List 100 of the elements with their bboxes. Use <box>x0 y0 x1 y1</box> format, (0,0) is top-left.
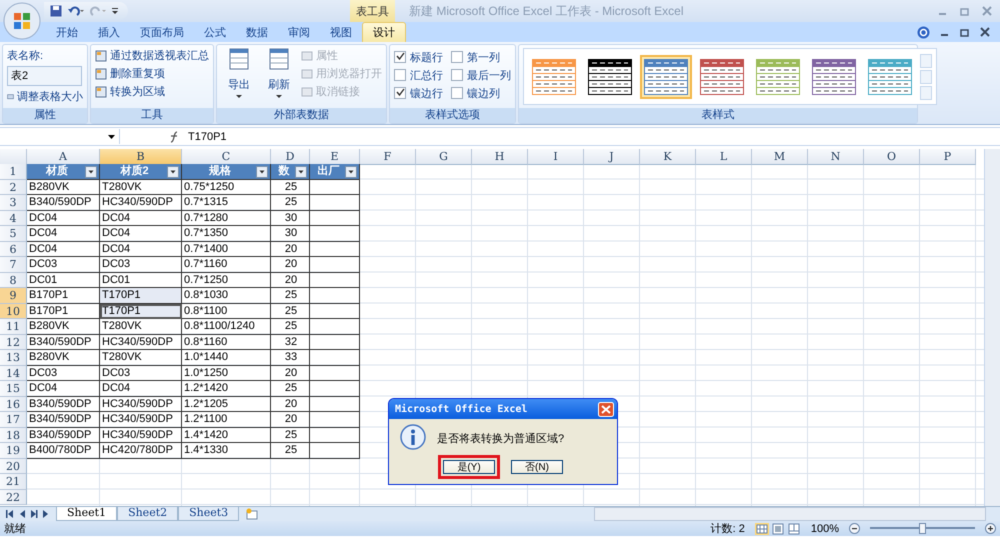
table-cell <box>310 334 360 350</box>
column-header[interactable]: O <box>864 149 920 165</box>
column-header[interactable]: A <box>27 149 100 165</box>
row-header[interactable]: 10 <box>0 304 27 319</box>
table-name-field[interactable]: 表2 <box>7 66 82 86</box>
ribbon-tab[interactable]: 视图 <box>320 22 362 42</box>
restore-icon[interactable] <box>960 27 970 37</box>
filter-dropdown-button[interactable] <box>85 166 97 178</box>
row-header[interactable]: 16 <box>0 396 27 412</box>
sheet-tab[interactable]: Sheet1 <box>56 507 118 521</box>
save-icon[interactable] <box>50 5 62 17</box>
table-cell: B340/590DP <box>27 428 100 443</box>
row-header[interactable]: 22 <box>0 490 27 505</box>
table-cell: 0.7*1315 <box>182 195 271 210</box>
ribbon-tab[interactable]: 数据 <box>236 22 278 42</box>
table-style-swatch[interactable] <box>640 54 692 98</box>
page-break-view-icon[interactable] <box>786 522 801 534</box>
filter-dropdown-button[interactable] <box>256 166 268 178</box>
formula-text[interactable]: T170P1 <box>188 130 227 142</box>
tool-button[interactable]: 删除重复项 <box>95 66 209 81</box>
tool-icon <box>95 68 107 80</box>
column-header[interactable]: I <box>528 149 584 165</box>
row-header[interactable]: 2 <box>0 180 27 195</box>
tool-button[interactable]: 转换为区域 <box>95 84 209 99</box>
column-header[interactable]: C <box>182 149 271 165</box>
row-header[interactable]: 6 <box>0 242 27 257</box>
zoom-out-icon[interactable] <box>849 523 860 534</box>
table-cell: 1.4*1330 <box>182 443 271 458</box>
column-header[interactable]: B <box>100 149 182 165</box>
row-header[interactable]: 3 <box>0 195 27 210</box>
option-checkbox[interactable]: 镶边列 <box>451 84 511 102</box>
sheet-nav-icon[interactable] <box>42 510 50 518</box>
resize-table-button[interactable]: 调整表格大小 <box>7 89 83 104</box>
row-header[interactable]: 1 <box>0 164 27 180</box>
vertical-scrollbar[interactable] <box>984 149 1000 506</box>
row-header[interactable]: 15 <box>0 381 27 396</box>
row-header[interactable]: 5 <box>0 226 27 242</box>
sheet-nav-icon[interactable] <box>6 510 14 518</box>
ribbon-large-button[interactable]: 刷新 <box>261 48 297 105</box>
row-header[interactable]: 8 <box>0 272 27 288</box>
column-header[interactable]: E <box>310 149 360 165</box>
row-header[interactable]: 12 <box>0 334 27 350</box>
insert-sheet-icon[interactable] <box>245 508 260 520</box>
ribbon-tab[interactable]: 页面布局 <box>130 22 194 42</box>
filter-dropdown-button[interactable] <box>167 166 179 178</box>
column-header[interactable]: J <box>584 149 640 165</box>
row-header[interactable]: 21 <box>0 474 27 490</box>
table-cell: 20 <box>271 242 310 257</box>
column-header[interactable]: H <box>472 149 528 165</box>
zoom-slider-thumb[interactable] <box>918 523 926 534</box>
row-header[interactable]: 18 <box>0 428 27 443</box>
column-header[interactable]: F <box>360 149 416 165</box>
info-icon <box>399 424 427 452</box>
ribbon-large-button[interactable]: 导出 <box>221 48 257 105</box>
sheet-tab[interactable]: Sheet3 <box>178 507 240 521</box>
sheet-tab[interactable]: Sheet2 <box>117 507 178 521</box>
group-label: 表样式选项 <box>390 108 515 123</box>
ribbon-tab[interactable]: 审阅 <box>278 22 320 42</box>
filter-dropdown-button[interactable] <box>295 166 307 178</box>
row-header[interactable]: 20 <box>0 458 27 474</box>
sheet-nav-icon[interactable] <box>18 510 26 518</box>
close-icon[interactable] <box>980 27 990 37</box>
column-header[interactable]: N <box>808 149 864 165</box>
column-header[interactable]: M <box>752 149 808 165</box>
sheet-nav-icon[interactable] <box>30 510 38 518</box>
option-checkbox[interactable]: 镶边行 <box>394 84 443 102</box>
horizontal-scrollbar[interactable] <box>594 507 986 521</box>
dialog-button[interactable]: 是(Y) <box>438 455 500 479</box>
row-header[interactable]: 4 <box>0 210 27 226</box>
column-header[interactable]: D <box>271 149 310 165</box>
row-header[interactable]: 17 <box>0 412 27 428</box>
column-header[interactable]: L <box>696 149 752 165</box>
column-header[interactable]: K <box>640 149 696 165</box>
function-icon[interactable] <box>168 130 180 142</box>
grid-view-icon[interactable] <box>754 522 769 534</box>
option-checkbox[interactable]: 标题行 <box>394 48 443 66</box>
ribbon-tab[interactable]: 公式 <box>194 22 236 42</box>
undo-icon[interactable] <box>68 5 84 17</box>
row-header[interactable]: 11 <box>0 319 27 334</box>
option-checkbox[interactable]: 最后一列 <box>451 66 511 84</box>
zoom-percent[interactable]: 100% <box>810 522 839 534</box>
tool-button[interactable]: 通过数据透视表汇总 <box>95 48 209 63</box>
help-icon[interactable] <box>917 26 930 38</box>
column-header[interactable]: G <box>416 149 472 165</box>
ribbon-tab[interactable]: 设计 <box>362 22 406 42</box>
ribbon-tab[interactable]: 开始 <box>46 22 88 42</box>
column-header[interactable]: P <box>920 149 976 165</box>
option-checkbox[interactable]: 第一列 <box>451 48 511 66</box>
option-checkbox[interactable]: 汇总行 <box>394 66 443 84</box>
ribbon-tab[interactable]: 插入 <box>88 22 130 42</box>
zoom-in-icon[interactable] <box>985 523 996 534</box>
row-header[interactable]: 9 <box>0 288 27 304</box>
filter-dropdown-button[interactable] <box>345 166 357 178</box>
row-header[interactable]: 7 <box>0 257 27 272</box>
table-cell <box>310 242 360 257</box>
row-header[interactable]: 19 <box>0 443 27 458</box>
row-header[interactable]: 13 <box>0 350 27 366</box>
page-view-icon[interactable] <box>770 522 785 534</box>
customize-icon[interactable] <box>112 7 118 15</box>
row-header[interactable]: 14 <box>0 366 27 381</box>
